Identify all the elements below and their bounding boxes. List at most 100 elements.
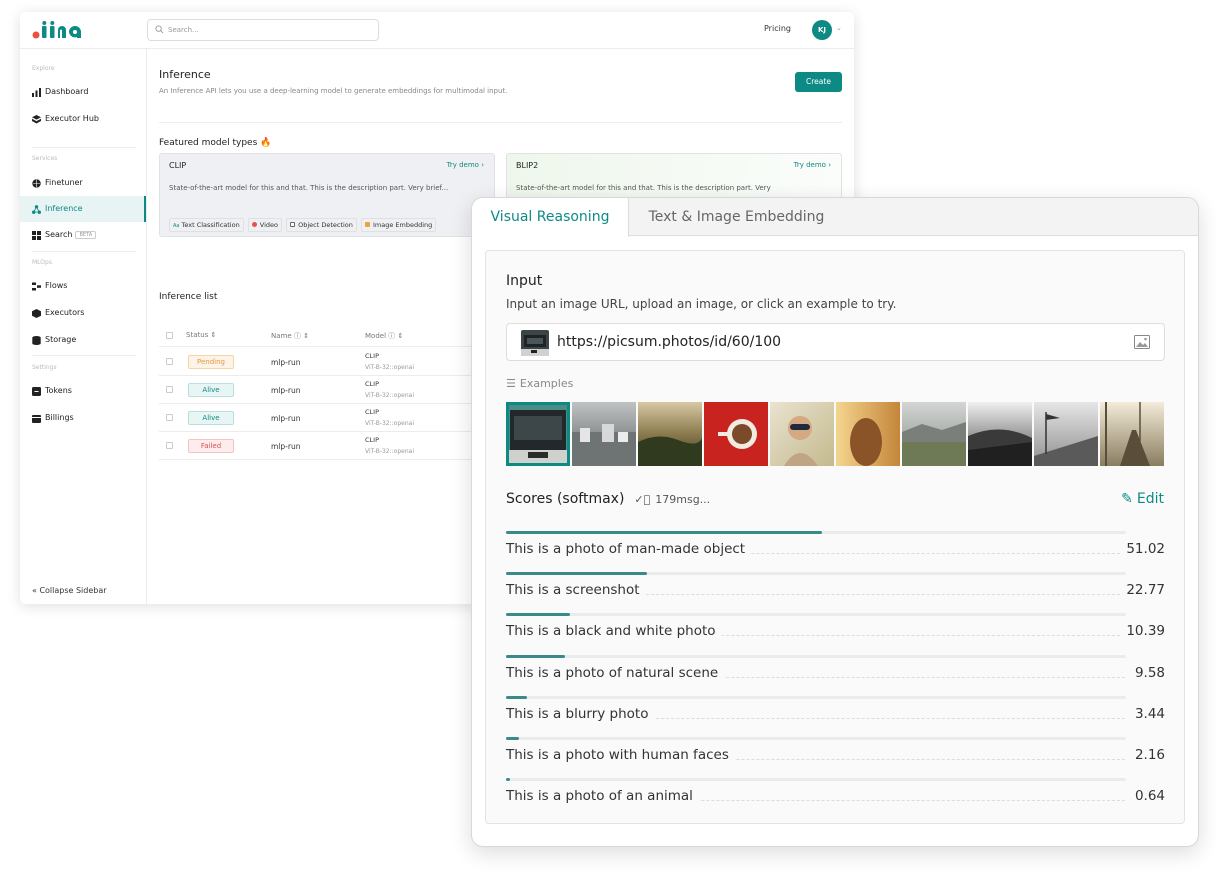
pricing-link[interactable]: Pricing	[764, 24, 791, 33]
chevron-down-icon[interactable]: ⌄	[836, 24, 842, 32]
sidebar-item-label: Executor Hub	[45, 114, 99, 123]
scores-time: ✓⃝ 179msg...	[634, 493, 710, 506]
score-bar	[506, 737, 520, 740]
example-image[interactable]	[704, 402, 768, 466]
scores-title: Scores (softmax)	[506, 491, 625, 507]
score-row: This is a photo of natural scene 9.58	[506, 654, 1165, 685]
row-checkbox[interactable]	[166, 414, 173, 421]
sidebar-item-executors[interactable]: Executors	[20, 300, 146, 326]
score-label: This is a photo of man-made object	[506, 541, 752, 557]
score-row: This is a photo of man-made object 51.02	[506, 531, 1165, 561]
example-image[interactable]	[638, 402, 702, 466]
sidebar-item-storage[interactable]: Storage	[20, 327, 146, 353]
sidebar-item-label: Flows	[45, 281, 68, 290]
edit-button[interactable]: ✎ Edit	[1121, 491, 1164, 507]
score-row: This is a black and white photo 10.39	[506, 613, 1165, 643]
row-checkbox[interactable]	[166, 358, 173, 365]
text-icon: Aa	[173, 223, 180, 229]
edit-label: Edit	[1136, 491, 1164, 507]
divider	[159, 122, 842, 123]
sidebar-item-label: Storage	[45, 335, 77, 344]
score-bar	[506, 695, 528, 699]
try-demo-link[interactable]: Try demo ›	[447, 161, 484, 169]
row-name: mlp-run	[271, 358, 301, 367]
image-url-input[interactable]: https://picsum.photos/id/60/100	[506, 323, 1165, 361]
sidebar-item-label: Search	[45, 230, 73, 239]
create-button[interactable]: Create	[795, 72, 842, 92]
bookmark-icon	[290, 222, 296, 227]
column-header[interactable]: Status ⇕	[186, 331, 216, 339]
status-badge: Pending	[188, 355, 234, 369]
tab-bar: Visual Reasoning Text & Image Embedding	[472, 198, 1198, 237]
search-input[interactable]: Search...	[147, 19, 379, 41]
url-thumbnail	[521, 330, 549, 356]
image-icon[interactable]	[1134, 335, 1150, 349]
sidebar-item-inference[interactable]: Inference	[20, 196, 146, 222]
sidebar-item-finetuner[interactable]: Finetuner	[20, 170, 146, 196]
video-icon	[251, 222, 257, 227]
example-image[interactable]	[1034, 402, 1098, 466]
tab-text-image-embedding[interactable]: Text & Image Embedding	[629, 198, 844, 236]
card-description: State-of-the-art model for this and that…	[516, 184, 771, 192]
score-label: This is a blurry photo	[506, 705, 655, 722]
sidebar-item-label: Executors	[45, 308, 85, 317]
url-value: https://picsum.photos/id/60/100	[557, 334, 782, 350]
row-model: CLIP ViT-B-32::openai	[365, 435, 414, 457]
table-row[interactable]: Alive mlp-run CLIP ViT-B-32::openai	[159, 376, 479, 404]
example-image[interactable]	[968, 402, 1032, 466]
scores-heading: Scores (softmax) ✓⃝ 179msg...	[506, 491, 710, 507]
example-image[interactable]	[902, 402, 966, 466]
score-track	[506, 531, 1126, 534]
tag: Image Embedding	[360, 218, 437, 232]
status-badge: Alive	[188, 383, 234, 397]
edit-icon: ✎	[1121, 491, 1133, 507]
example-image[interactable]	[572, 402, 636, 466]
sidebar-item-search[interactable]: Search BETA	[20, 222, 146, 248]
search-placeholder: Search...	[168, 26, 199, 34]
column-header[interactable]: Name ⓘ ⇕	[271, 331, 309, 341]
sidebar-item-dashboard[interactable]: Dashboard	[20, 79, 146, 105]
example-image[interactable]	[770, 402, 834, 466]
example-image[interactable]	[836, 402, 900, 466]
model-name: CLIP	[365, 380, 379, 388]
row-checkbox[interactable]	[166, 386, 173, 393]
flow-icon	[32, 282, 41, 291]
table-row[interactable]: Alive mlp-run CLIP ViT-B-32::openai	[159, 404, 479, 432]
sidebar-item-billings[interactable]: Billings	[20, 405, 146, 431]
sidebar-item-label: Billings	[45, 413, 74, 422]
sidebar-section-services: Services	[32, 155, 58, 162]
card-title: BLIP2	[516, 161, 539, 170]
row-checkbox[interactable]	[166, 442, 173, 449]
column-header[interactable]: Model ⓘ ⇕	[365, 331, 403, 341]
select-all-checkbox[interactable]	[166, 332, 173, 339]
row-name: mlp-run	[271, 442, 301, 451]
sidebar-item-flows[interactable]: Flows	[20, 273, 146, 299]
collapse-sidebar-button[interactable]: « Collapse Sidebar	[32, 586, 107, 595]
examples-strip	[506, 402, 1166, 466]
score-value: 10.39	[1120, 623, 1165, 640]
model-card-clip[interactable]: CLIP Try demo › State-of-the-art model f…	[159, 153, 495, 237]
score-row: This is a blurry photo 3.44	[506, 695, 1165, 726]
score-label: This is a photo of an animal	[506, 788, 699, 805]
table-row[interactable]: Pending mlp-run CLIP ViT-B-32::openai	[159, 348, 479, 376]
score-track	[506, 737, 1126, 740]
score-label: This is a black and white photo	[506, 623, 722, 640]
avatar[interactable]: KJ	[812, 20, 832, 40]
list-icon: ☰	[506, 377, 516, 390]
table-row[interactable]: Failed mlp-run CLIP ViT-B-32::openai	[159, 432, 479, 460]
tab-visual-reasoning[interactable]: Visual Reasoning	[472, 198, 629, 237]
sidebar-item-tokens[interactable]: Tokens	[20, 378, 146, 404]
examples-label-text: Examples	[519, 377, 574, 390]
score-value: 9.58	[1128, 664, 1165, 681]
top-bar: Search... Pricing KJ ⌄	[20, 12, 854, 49]
sidebar-divider	[32, 147, 136, 148]
try-demo-link[interactable]: Try demo ›	[794, 161, 831, 169]
score-value: 22.77	[1120, 582, 1165, 599]
score-row: This is a photo of an animal 0.64	[506, 778, 1165, 808]
example-image[interactable]	[1100, 402, 1164, 466]
row-model: CLIP ViT-B-32::openai	[365, 379, 414, 401]
sidebar-item-executor-hub[interactable]: Executor Hub	[20, 106, 146, 132]
example-image[interactable]	[506, 402, 570, 466]
beta-badge: BETA	[75, 231, 97, 239]
database-icon	[32, 336, 41, 345]
